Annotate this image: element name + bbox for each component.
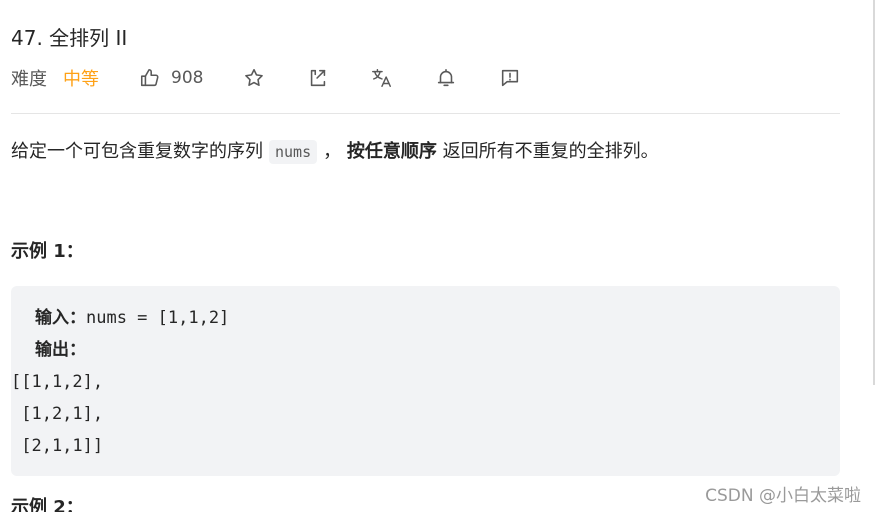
share-icon[interactable]	[307, 67, 329, 89]
input-value: nums = [1,1,2]	[86, 308, 230, 328]
description-bold: 按任意顺序	[346, 141, 437, 162]
description-text-after: 返回所有不重复的全排列。	[442, 141, 659, 162]
star-icon[interactable]	[243, 67, 265, 89]
problem-meta-bar: 难度 中等 908	[11, 64, 521, 92]
example-1-code-block: 输入：nums = [1,1,2] 输出： [[1,1,2], [1,2,1], […	[11, 286, 840, 476]
output-line-1: [[1,1,2],	[11, 372, 104, 392]
thumbs-up-icon	[139, 67, 161, 89]
output-label: 输出：	[35, 340, 86, 360]
output-line-2: [1,2,1],	[11, 404, 104, 424]
like-count: 908	[171, 68, 204, 88]
difficulty-label: 难度	[11, 69, 47, 90]
problem-page: 47. 全排列 II 难度 中等 908 给定一个可包含重复数字的序列 nums…	[0, 0, 875, 512]
output-line-3: [2,1,1]]	[11, 436, 104, 456]
input-label: 输入：	[35, 308, 86, 328]
inline-code-nums: nums	[269, 140, 318, 164]
example-1-pre: 输入：nums = [1,1,2] 输出： [[1,1,2], [1,2,1], […	[11, 302, 229, 462]
csdn-watermark: CSDN @小白太菜啦	[705, 486, 861, 506]
bell-icon[interactable]	[435, 67, 457, 89]
problem-title: 47. 全排列 II	[11, 26, 128, 50]
like-button[interactable]: 908	[139, 67, 203, 89]
problem-description: 给定一个可包含重复数字的序列 nums， 按任意顺序 返回所有不重复的全排列。	[11, 138, 659, 166]
example-input-line: 输入：nums = [1,1,2]	[35, 302, 229, 334]
example-1-title: 示例 1：	[11, 241, 84, 262]
translate-icon[interactable]	[371, 67, 393, 89]
example-2-title: 示例 2：	[11, 497, 84, 512]
example-output-line: 输出：	[35, 334, 229, 366]
difficulty-value: 中等	[63, 69, 99, 90]
feedback-icon[interactable]	[499, 67, 521, 89]
description-text-before: 给定一个可包含重复数字的序列	[11, 141, 263, 162]
description-comma: ，	[323, 141, 342, 162]
header-divider	[11, 113, 840, 114]
